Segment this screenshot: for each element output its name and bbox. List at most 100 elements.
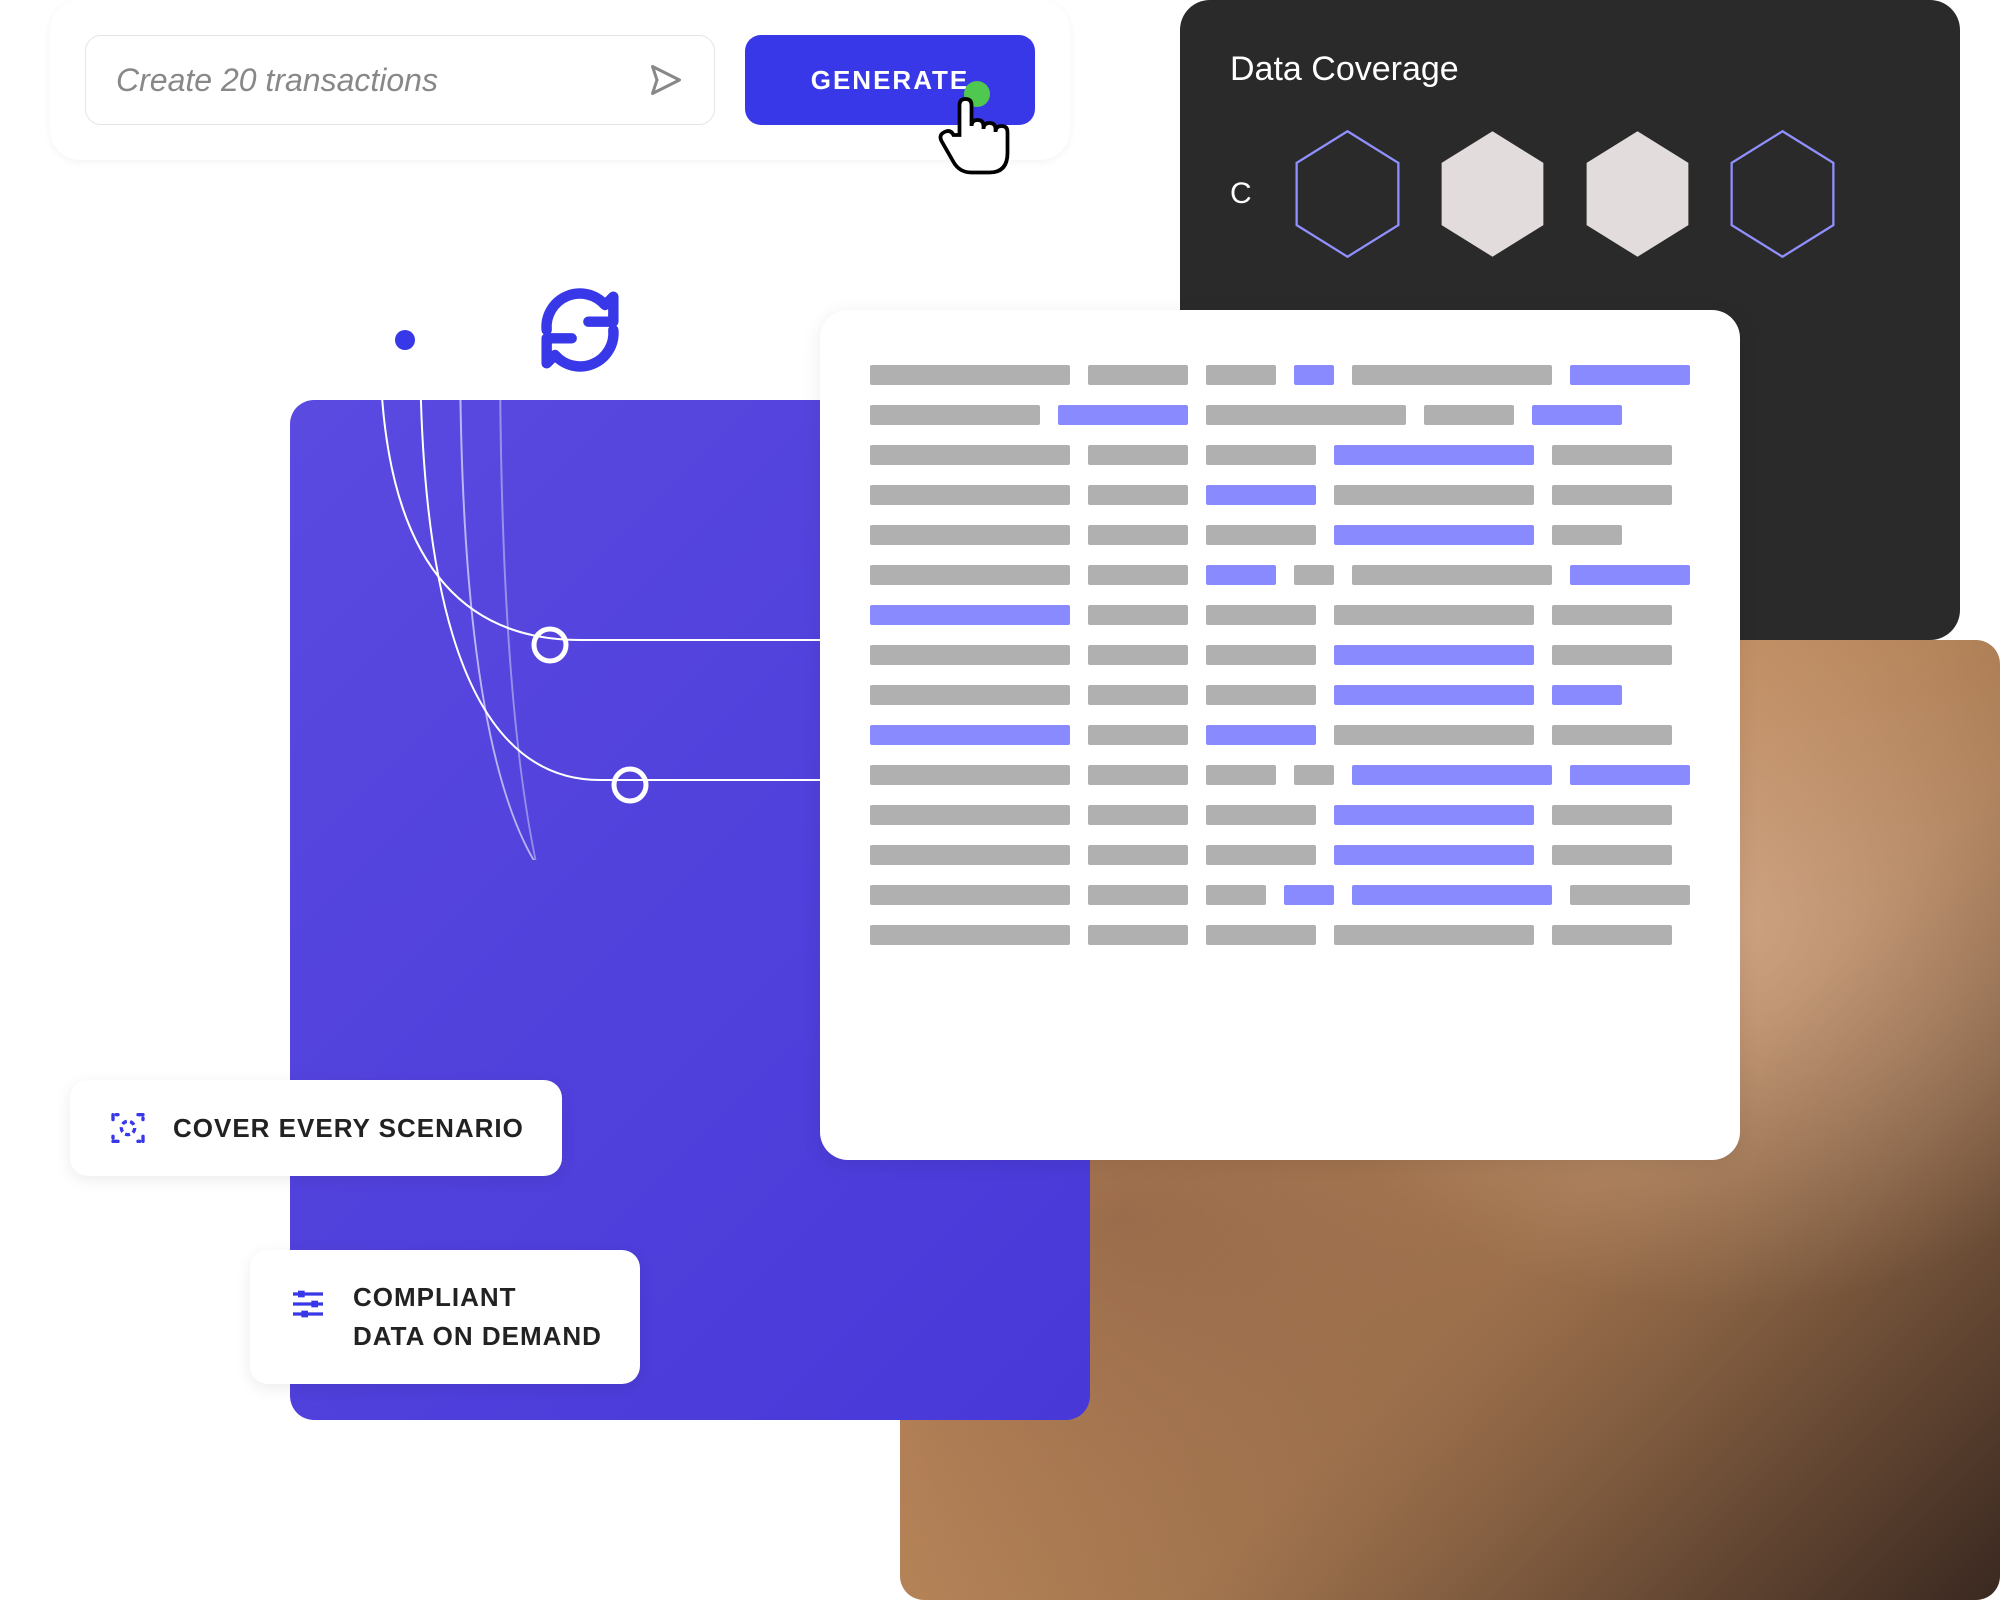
data-bar <box>1570 765 1690 785</box>
data-bar <box>1206 645 1316 665</box>
hexagon-icon <box>1725 129 1840 259</box>
data-bar <box>1294 565 1334 585</box>
send-icon[interactable] <box>648 62 684 98</box>
data-bar <box>1570 565 1690 585</box>
data-bar <box>1552 525 1622 545</box>
data-bar <box>1552 925 1672 945</box>
data-bar <box>1552 445 1672 465</box>
feature-pill-compliant: COMPLIANT DATA ON DEMAND <box>250 1250 640 1384</box>
data-bar <box>1334 725 1534 745</box>
hexagon-icon <box>1290 129 1405 259</box>
table-row <box>870 365 1690 385</box>
data-bar <box>1552 845 1672 865</box>
table-row <box>870 525 1690 545</box>
data-bar <box>870 725 1070 745</box>
data-bar <box>1088 845 1188 865</box>
data-bar <box>1206 365 1276 385</box>
data-bar <box>870 605 1070 625</box>
data-bar <box>1206 525 1316 545</box>
table-row <box>870 485 1690 505</box>
feature-pill-label: DATA ON DEMAND <box>353 1317 602 1356</box>
data-bar <box>1206 445 1316 465</box>
data-bar <box>870 445 1070 465</box>
data-bar <box>1088 725 1188 745</box>
data-bar <box>1294 365 1334 385</box>
data-bar <box>1552 685 1622 705</box>
data-bar <box>1088 485 1188 505</box>
scan-icon <box>108 1108 148 1148</box>
cursor-pointer-icon <box>930 90 1010 180</box>
data-bar <box>1334 525 1534 545</box>
data-bar <box>870 805 1070 825</box>
data-bar <box>1352 365 1552 385</box>
table-row <box>870 845 1690 865</box>
table-row <box>870 765 1690 785</box>
coverage-row: C <box>1230 129 1910 259</box>
data-bar <box>1552 605 1672 625</box>
data-bar <box>1206 885 1266 905</box>
refresh-icon <box>530 280 630 380</box>
data-bar <box>1294 765 1334 785</box>
prompt-placeholder: Create 20 transactions <box>116 62 438 99</box>
data-bar <box>870 485 1070 505</box>
data-table-card <box>820 310 1740 1160</box>
hexagon-icon <box>1435 129 1550 259</box>
data-bar <box>870 645 1070 665</box>
table-row <box>870 405 1690 425</box>
data-bar <box>870 365 1070 385</box>
data-bar <box>1088 885 1188 905</box>
data-bar <box>1334 485 1534 505</box>
data-bar <box>1088 805 1188 825</box>
table-row <box>870 725 1690 745</box>
feature-pill-label: COVER EVERY SCENARIO <box>173 1109 524 1148</box>
data-bar <box>1088 525 1188 545</box>
table-row <box>870 445 1690 465</box>
data-bar <box>1334 645 1534 665</box>
table-row <box>870 885 1690 905</box>
data-bar <box>1334 805 1534 825</box>
data-bar <box>870 405 1040 425</box>
data-bar <box>1206 845 1316 865</box>
table-row <box>870 925 1690 945</box>
data-bar <box>1088 605 1188 625</box>
data-bar <box>870 885 1070 905</box>
data-bar <box>870 525 1070 545</box>
prompt-input[interactable]: Create 20 transactions <box>85 35 715 125</box>
feature-pill-label: COMPLIANT <box>353 1278 602 1317</box>
data-bar <box>1334 445 1534 465</box>
hexagon-icon <box>1580 129 1695 259</box>
data-bar <box>1334 685 1534 705</box>
data-bar <box>870 925 1070 945</box>
data-bar <box>1206 765 1276 785</box>
data-bar <box>1206 605 1316 625</box>
data-bar <box>1334 845 1534 865</box>
data-bar <box>1352 765 1552 785</box>
data-bar <box>1552 485 1672 505</box>
table-row <box>870 685 1690 705</box>
data-bar <box>1352 885 1552 905</box>
coverage-row-label: C <box>1230 177 1260 211</box>
data-bar <box>1206 485 1316 505</box>
data-bar <box>870 765 1070 785</box>
data-bar <box>870 565 1070 585</box>
data-bar <box>1334 925 1534 945</box>
sliders-icon <box>288 1284 328 1324</box>
coverage-title: Data Coverage <box>1230 50 1910 89</box>
data-bar <box>1088 765 1188 785</box>
data-bar <box>1532 405 1622 425</box>
table-row <box>870 605 1690 625</box>
data-bar <box>1206 405 1406 425</box>
data-bar <box>1352 565 1552 585</box>
table-row <box>870 645 1690 665</box>
data-bar <box>1088 645 1188 665</box>
data-bar <box>1088 925 1188 945</box>
generate-button[interactable]: GENERATE <box>745 35 1035 125</box>
data-bar <box>870 845 1070 865</box>
table-row <box>870 565 1690 585</box>
data-bar <box>1088 365 1188 385</box>
data-bar <box>1284 885 1334 905</box>
data-bar <box>1088 565 1188 585</box>
data-bar <box>1206 685 1316 705</box>
table-row <box>870 805 1690 825</box>
data-bar <box>1206 925 1316 945</box>
